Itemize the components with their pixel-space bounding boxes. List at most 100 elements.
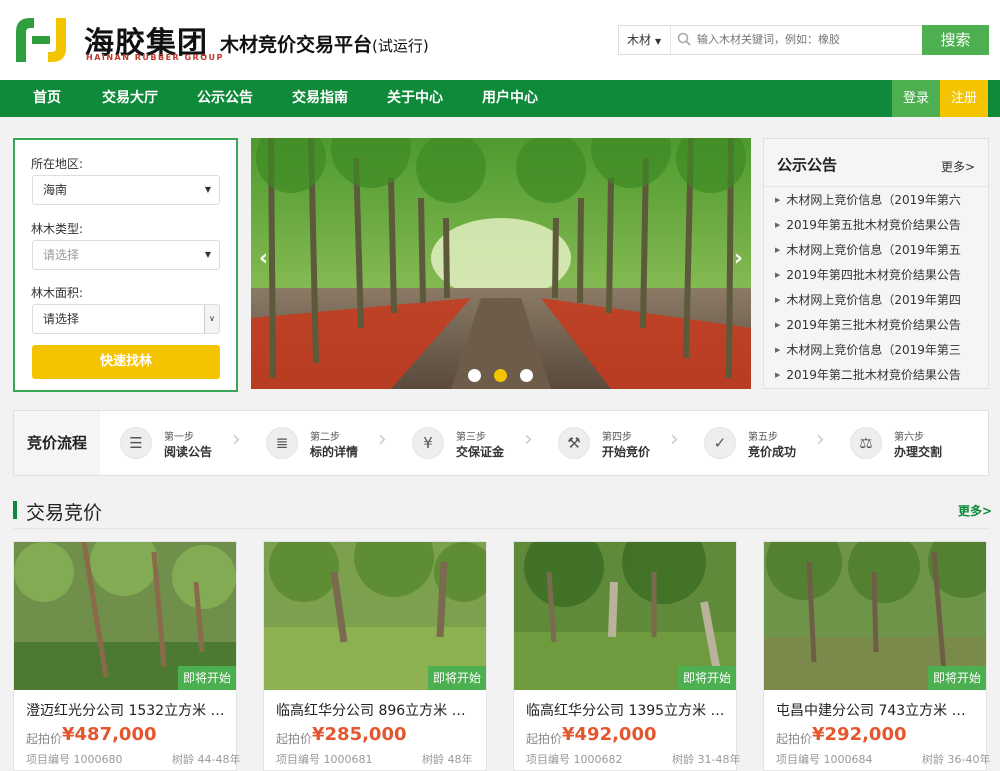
carousel-next-icon[interactable]: › — [734, 246, 743, 271]
triangle-right-icon: ▶ — [775, 371, 781, 379]
starting-price: ¥285,000 — [312, 724, 407, 745]
price-label: 起拍价 — [526, 732, 563, 746]
announcements-more-link[interactable]: 更多> — [941, 158, 975, 175]
carousel-dot-active[interactable] — [494, 369, 507, 382]
carousel-dot[interactable] — [520, 369, 533, 382]
auction-card-image: 即将开始 — [514, 542, 736, 690]
card-title[interactable]: 临高红华分公司 896立方米 橡... — [276, 700, 476, 720]
search-category-select[interactable]: 木材 ▼ — [619, 26, 671, 54]
status-badge: 即将开始 — [928, 666, 986, 690]
quick-find-button[interactable]: 快速找林 — [32, 345, 220, 379]
register-button[interactable]: 注册 — [940, 80, 988, 117]
search-button[interactable]: 搜索 — [922, 25, 989, 55]
nav-user-center[interactable]: 用户中心 — [482, 80, 538, 117]
area-select[interactable]: 请选择 ∨ — [32, 304, 220, 334]
chevron-right-icon: › — [670, 427, 679, 452]
triangle-right-icon: ▶ — [775, 246, 781, 254]
announcements-panel: 公示公告 更多> ▶ 木材网上竞价信息（2019年第六 ▶ 2019年第五批木材竞价… — [763, 138, 989, 389]
project-number: 项目编号 1000682 — [526, 753, 623, 766]
announcement-item[interactable]: ▶ 木材网上竞价信息（2019年第六 — [775, 191, 980, 208]
brand-name-en: HAINAN RUBBER GROUP — [86, 53, 224, 62]
auction-card[interactable]: 即将开始 屯昌中建分公司 743立方米 橡... 起拍价 ¥292,000 项目… — [763, 541, 990, 771]
card-title[interactable]: 临高红华分公司 1395立方米 橡... — [526, 700, 726, 720]
chevron-down-icon: ▼ — [204, 185, 211, 194]
type-select[interactable]: 请选择 ▼ — [32, 240, 220, 270]
check-icon: ✓ — [704, 427, 736, 459]
announcement-item[interactable]: ▶ 2019年第五批木材竞价结果公告 — [775, 216, 980, 233]
price-label: 起拍价 — [26, 732, 63, 746]
auction-card[interactable]: 即将开始 临高红华分公司 896立方米 橡... 起拍价 ¥285,000 项目… — [263, 541, 487, 771]
nav-about[interactable]: 关于中心 — [387, 80, 443, 117]
section-accent-bar — [13, 501, 17, 519]
chevron-right-icon: › — [524, 427, 533, 452]
step-number: 第二步 — [310, 432, 340, 443]
divider — [13, 528, 989, 529]
tree-age: 树龄 31-48年 — [672, 753, 741, 766]
auction-card-image: 即将开始 — [264, 542, 486, 690]
region-label: 所在地区: — [31, 157, 84, 171]
triangle-right-icon: ▶ — [775, 196, 781, 204]
search-bar: 木材▼ 搜索 — [618, 25, 989, 55]
project-number: 项目编号 1000680 — [26, 753, 123, 766]
project-number: 项目编号 1000681 — [276, 753, 373, 766]
starting-price: ¥292,000 — [812, 724, 907, 745]
triangle-right-icon: ▶ — [775, 321, 781, 329]
card-title[interactable]: 屯昌中建分公司 743立方米 橡... — [776, 700, 976, 720]
step-number: 第三步 — [456, 432, 486, 443]
auction-card[interactable]: 即将开始 澄迈红光分公司 1532立方米 橡... 起拍价 ¥487,000 项… — [13, 541, 241, 771]
status-badge: 即将开始 — [678, 666, 736, 690]
auction-card[interactable]: 即将开始 临高红华分公司 1395立方米 橡... 起拍价 ¥492,000 项… — [513, 541, 741, 771]
rubber-plantation-image — [251, 138, 751, 389]
carousel-prev-icon[interactable]: ‹ — [259, 246, 268, 271]
step-name: 阅读公告 — [164, 445, 213, 459]
step-number: 第六步 — [894, 432, 924, 443]
nav-trading-hall[interactable]: 交易大厅 — [102, 80, 158, 117]
starting-price: ¥492,000 — [562, 724, 657, 745]
carousel-dot[interactable] — [468, 369, 481, 382]
chevron-right-icon: › — [378, 427, 387, 452]
scales-icon: ⚖ — [850, 427, 882, 459]
main-nav: 首页 交易大厅 公示公告 交易指南 关于中心 用户中心 — [0, 80, 1000, 117]
triangle-right-icon: ▶ — [775, 296, 781, 304]
price-label: 起拍价 — [276, 732, 313, 746]
type-label: 林木类型: — [31, 222, 84, 236]
quick-filter-panel: 所在地区: 海南 ▼ 林木类型: 请选择 ▼ 林木面积: 请选择 ∨ 快速找林 — [13, 138, 238, 392]
step-name: 竞价成功 — [748, 445, 797, 459]
search-icon — [677, 32, 691, 46]
status-badge: 即将开始 — [178, 666, 236, 690]
nav-announcements[interactable]: 公示公告 — [197, 80, 253, 117]
announcement-item[interactable]: ▶ 木材网上竞价信息（2019年第四 — [775, 291, 980, 308]
step-name: 开始竞价 — [602, 445, 651, 459]
search-input[interactable] — [697, 26, 917, 54]
platform-note: (试运行) — [372, 37, 429, 55]
area-label: 林木面积: — [31, 286, 84, 300]
nav-home[interactable]: 首页 — [33, 80, 61, 117]
login-button[interactable]: 登录 — [892, 80, 940, 117]
site-header: 海胶集团 HAINAN RUBBER GROUP 木材竞价交易平台(试运行) 木… — [0, 0, 1000, 80]
status-badge: 即将开始 — [428, 666, 486, 690]
announcement-item[interactable]: ▶ 木材网上竞价信息（2019年第三 — [775, 341, 980, 358]
list-icon: ≣ — [266, 427, 298, 459]
auction-card-image: 即将开始 — [764, 542, 986, 690]
chevron-right-icon: › — [816, 427, 825, 452]
announcement-item[interactable]: ▶ 木材网上竞价信息（2019年第五 — [775, 241, 980, 258]
project-number: 项目编号 1000684 — [776, 753, 873, 766]
region-select[interactable]: 海南 ▼ — [32, 175, 220, 205]
price-label: 起拍价 — [776, 732, 813, 746]
divider — [764, 186, 988, 187]
banner-carousel[interactable]: ‹ › — [251, 138, 751, 389]
card-title[interactable]: 澄迈红光分公司 1532立方米 橡... — [26, 700, 226, 720]
hainan-rubber-logo[interactable] — [12, 14, 70, 66]
announcement-item[interactable]: ▶ 2019年第四批木材竞价结果公告 — [775, 266, 980, 283]
trading-more-link[interactable]: 更多> — [958, 502, 992, 519]
triangle-right-icon: ▶ — [775, 271, 781, 279]
nav-trading-guide[interactable]: 交易指南 — [292, 80, 348, 117]
bidding-process: 竞价流程 ☰ 第一步 阅读公告 › ≣ 第二步 标的详情 › ¥ 第三步 交保证… — [13, 410, 989, 476]
trading-section-title: 交易竞价 — [26, 502, 103, 524]
platform-title: 木材竞价交易平台(试运行) — [220, 34, 429, 56]
step-number: 第一步 — [164, 432, 194, 443]
announcement-item[interactable]: ▶ 2019年第三批木材竞价结果公告 — [775, 316, 980, 333]
tree-age: 树龄 44-48年 — [172, 753, 241, 766]
tree-age: 树龄 48年 — [422, 753, 473, 766]
announcement-item[interactable]: ▶ 2019年第二批木材竞价结果公告 — [775, 366, 980, 383]
